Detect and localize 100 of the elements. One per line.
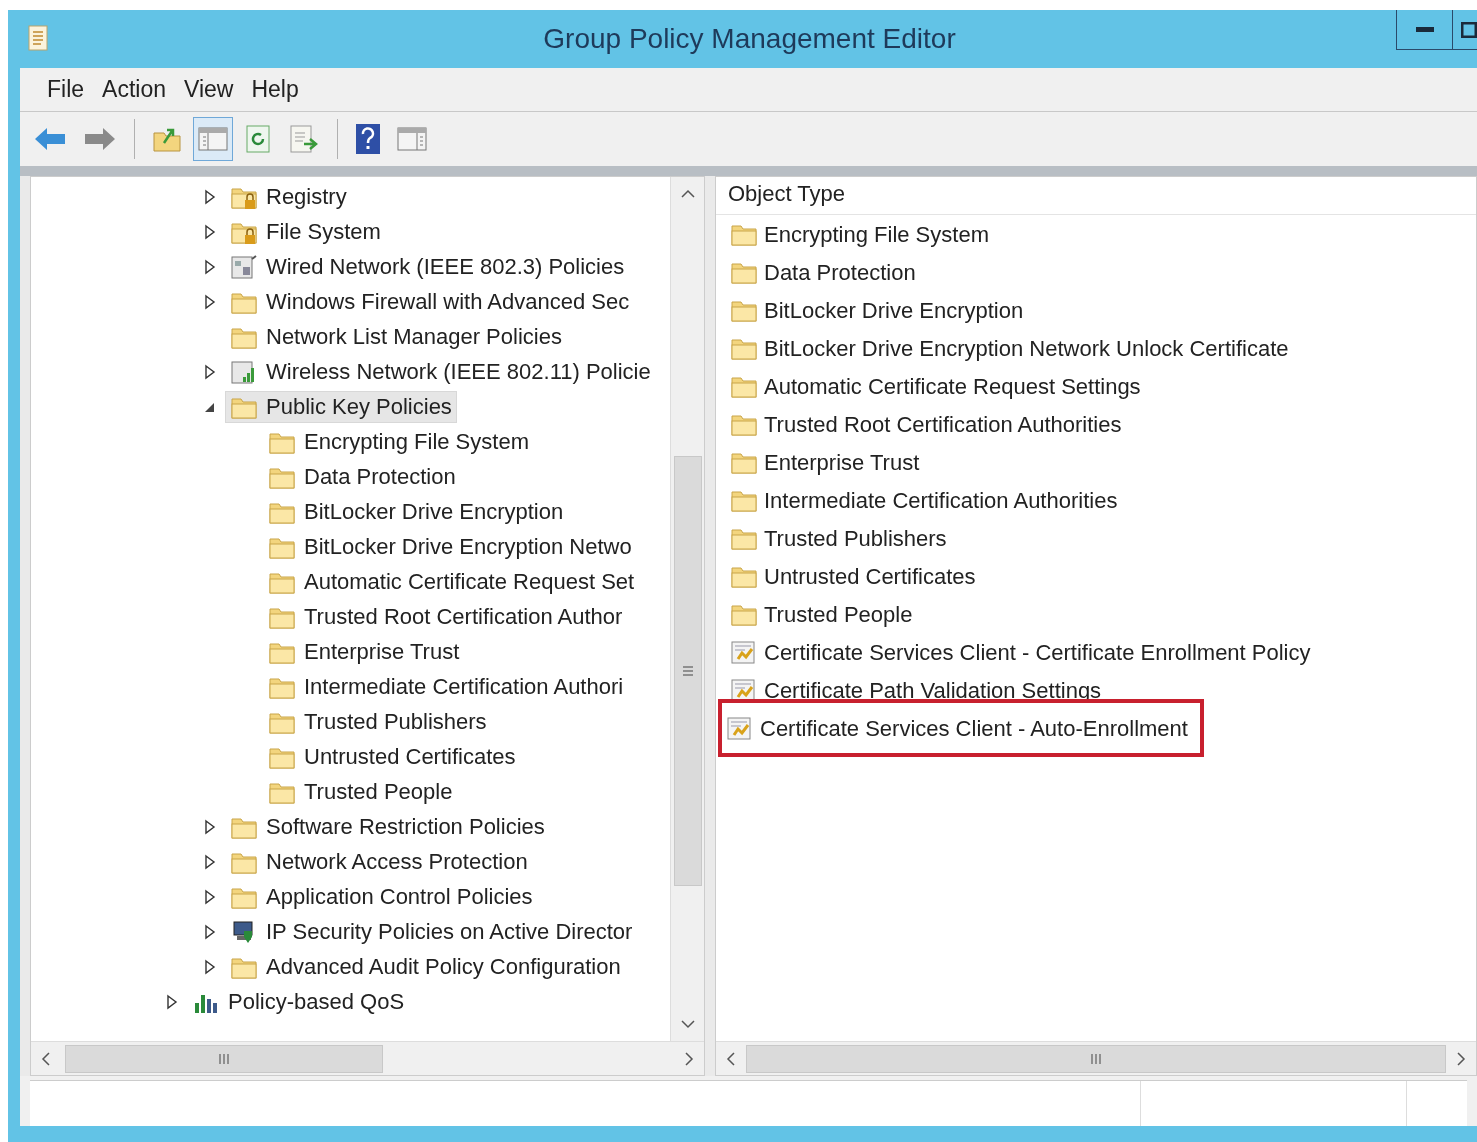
expand-arrow-icon[interactable] [203, 888, 217, 905]
tree-item[interactable]: Automatic Certificate Request Set [263, 565, 640, 598]
expand-arrow-icon[interactable] [203, 853, 217, 870]
tree-item-label: Enterprise Trust [304, 638, 460, 666]
tree-item[interactable]: Software Restriction Policies [225, 810, 550, 843]
tree-item[interactable]: Trusted Root Certification Author [263, 600, 628, 633]
horizontal-scrollbar[interactable] [716, 1041, 1476, 1075]
tree-item[interactable]: Data Protection [263, 460, 461, 493]
list-item-label: Certificate Services Client - Certificate Enrollment Policy [764, 638, 1311, 667]
list-item-label: Encrypting File System [764, 220, 989, 249]
scrollbar-thumb[interactable] [746, 1044, 1446, 1073]
scrollbar-thumb[interactable] [673, 456, 702, 886]
vertical-scrollbar[interactable] [670, 177, 704, 1041]
minimize-icon [1415, 26, 1434, 33]
list-item[interactable]: Trusted People [722, 595, 921, 633]
list-item[interactable]: Certificate Services Client - Auto-Enrollment [718, 699, 1204, 757]
expand-arrow-icon[interactable] [203, 188, 217, 205]
expand-arrow-icon[interactable] [203, 923, 217, 940]
expand-arrow-icon[interactable] [203, 258, 217, 275]
tree-item-label: Public Key Policies [266, 393, 452, 421]
menu-item[interactable]: Action [97, 72, 171, 107]
scrollbar-thumb[interactable] [65, 1044, 383, 1073]
tree-item-label: Trusted Publishers [304, 708, 487, 736]
help-icon [355, 123, 381, 155]
tree-item[interactable]: Registry [225, 180, 352, 213]
tree-item-label: IP Security Policies on Active Director [266, 918, 633, 946]
list-item-label: BitLocker Drive Encryption [764, 296, 1024, 325]
list-item[interactable]: Intermediate Certification Authorities [722, 481, 1126, 519]
tree-item[interactable]: File System [225, 215, 386, 248]
list-item[interactable]: BitLocker Drive Encryption [722, 291, 1032, 329]
tree-item[interactable]: Network List Manager Policies [225, 320, 567, 353]
tree-item[interactable]: Application Control Policies [225, 880, 538, 913]
horizontal-scrollbar[interactable] [31, 1041, 704, 1075]
list-item-label: Trusted Publishers [764, 524, 947, 553]
list-item-label: Trusted Root Certification Authorities [764, 410, 1122, 439]
tree-item[interactable]: BitLocker Drive Encryption [263, 495, 569, 528]
window-title: Group Policy Management Editor [543, 22, 956, 56]
expand-arrow-icon[interactable] [203, 223, 217, 240]
tree-item[interactable]: Wired Network (IEEE 802.3) Policies [225, 250, 630, 283]
tree-item[interactable]: Encrypting File System [263, 425, 534, 458]
tree-item[interactable]: Policy-based QoS [187, 985, 410, 1018]
expand-arrow-icon[interactable] [203, 363, 217, 380]
list-item-label: Intermediate Certification Authorities [764, 486, 1118, 515]
list-item[interactable]: Enterprise Trust [722, 443, 928, 481]
tree-item-label: Intermediate Certification Authori [304, 673, 624, 701]
tree-item-label: Trusted People [304, 778, 453, 806]
tree-item[interactable]: Windows Firewall with Advanced Sec [225, 285, 635, 318]
tree-item-label: Data Protection [304, 463, 456, 491]
tree-item-label: Application Control Policies [266, 883, 533, 911]
tree-item[interactable]: Trusted People [263, 775, 458, 808]
tree-item-label: Wired Network (IEEE 802.3) Policies [266, 253, 625, 281]
expand-arrow-icon[interactable] [203, 958, 217, 975]
tree-item[interactable]: Enterprise Trust [263, 635, 465, 668]
column-header[interactable]: Object Type [728, 177, 845, 210]
expand-arrow-icon[interactable] [203, 293, 217, 310]
network-policy-icon [230, 253, 258, 280]
expand-arrow-icon[interactable] [203, 818, 217, 835]
tree-item[interactable]: BitLocker Drive Encryption Netwo [263, 530, 637, 563]
tree-item-label: Untrusted Certificates [304, 743, 516, 771]
tree-item-label: BitLocker Drive Encryption [304, 498, 564, 526]
list-item[interactable]: Encrypting File System [722, 215, 997, 253]
tree-item[interactable]: Network Access Protection [225, 845, 533, 878]
maximize-icon [1461, 21, 1477, 38]
tree-item[interactable]: Untrusted Certificates [263, 740, 521, 773]
tree-item-label: Automatic Certificate Request Set [304, 568, 635, 596]
pane-layout-icon [198, 126, 228, 152]
list-item-label: BitLocker Drive Encryption Network Unlock Certificate [764, 334, 1289, 363]
grip-icon [1090, 1052, 1102, 1065]
tree-item[interactable]: Wireless Network (IEEE 802.11) Policie [225, 355, 656, 388]
tree-item-label: File System [266, 218, 381, 246]
tree-item[interactable]: Advanced Audit Policy Configuration [225, 950, 626, 983]
tree-item[interactable]: Trusted Publishers [263, 705, 492, 738]
menu-item[interactable]: View [179, 72, 239, 107]
list-item[interactable]: BitLocker Drive Encryption Network Unlock Certificate [722, 329, 1297, 367]
policy-setting-icon [730, 639, 758, 665]
tree-item[interactable]: Intermediate Certification Authori [263, 670, 629, 703]
list-item-label: Certificate Services Client - Auto-Enrollment [760, 714, 1188, 743]
tree-item-label: Software Restriction Policies [266, 813, 545, 841]
tree-item-label: Policy-based QoS [228, 988, 405, 1016]
back-arrow-icon [33, 125, 67, 153]
tree-item-label: Network Access Protection [266, 848, 528, 876]
policy-setting-icon [726, 715, 754, 741]
list-item[interactable]: Certificate Services Client - Certificate Enrollment Policy [722, 633, 1319, 671]
list-item[interactable]: Trusted Root Certification Authorities [722, 405, 1130, 443]
tree-item-label: Windows Firewall with Advanced Sec [266, 288, 630, 316]
menu-item[interactable]: File [42, 72, 90, 107]
tree-item[interactable]: Public Key Policies [225, 390, 457, 423]
list-item[interactable]: Data Protection [722, 253, 924, 291]
list-item-label: Automatic Certificate Request Settings [764, 372, 1141, 401]
menu-item[interactable]: Help [246, 72, 304, 107]
tree-item-label: Trusted Root Certification Author [304, 603, 623, 631]
export-list-icon [288, 124, 320, 154]
list-item[interactable]: Untrusted Certificates [722, 557, 984, 595]
list-item[interactable]: Trusted Publishers [722, 519, 955, 557]
tree-item-label: Network List Manager Policies [266, 323, 562, 351]
list-item[interactable]: Automatic Certificate Request Settings [722, 367, 1149, 405]
grip-icon [681, 665, 694, 677]
list-item-label: Enterprise Trust [764, 448, 920, 477]
tree-item[interactable]: IP Security Policies on Active Director [225, 915, 638, 948]
expand-arrow-icon[interactable] [165, 993, 179, 1010]
